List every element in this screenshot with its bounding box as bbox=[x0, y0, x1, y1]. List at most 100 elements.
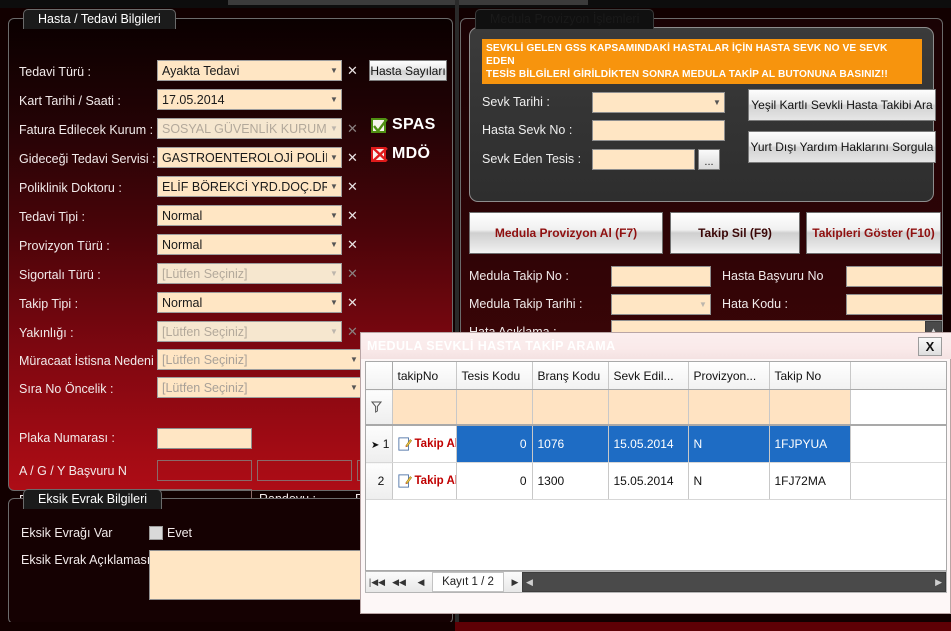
takip-results-grid[interactable]: takipNo Tesis Kodu Branş Kodu Sevk Edil.… bbox=[365, 361, 947, 571]
checkbox-box-icon bbox=[149, 526, 163, 540]
nav-prev-page-button[interactable]: ◀◀ bbox=[388, 572, 410, 592]
chevron-down-icon[interactable]: ▼ bbox=[327, 124, 341, 133]
label-tedavi-türü: Tedavi Türü : bbox=[19, 65, 92, 79]
background-window-titlebar bbox=[228, 0, 588, 5]
plaka-numarasi-input[interactable] bbox=[157, 428, 252, 449]
clear-icon-provizyon-türü[interactable]: ✕ bbox=[346, 234, 359, 255]
takip-al-button[interactable]: Takip Al bbox=[392, 462, 457, 500]
hasta-basvuru-no-input[interactable] bbox=[846, 266, 943, 287]
clear-icon-tedavi-türü[interactable]: ✕ bbox=[346, 60, 359, 81]
table-row[interactable]: 2 Takip Al 0 1300 15.05.2014 N 1FJ72MA bbox=[366, 462, 946, 500]
clear-icon-tedavi-tipi[interactable]: ✕ bbox=[346, 205, 359, 226]
value-müracaat-i-stisna-nedeni: [Lütfen Seçiniz] bbox=[162, 352, 248, 367]
close-icon[interactable]: X bbox=[918, 337, 942, 356]
chevron-down-icon[interactable]: ▼ bbox=[327, 66, 341, 75]
column-header-takip-no[interactable]: Takip No bbox=[769, 362, 851, 390]
chevron-down-icon[interactable]: ▼ bbox=[327, 182, 341, 191]
clear-icon-sigortalı-türü[interactable]: ✕ bbox=[346, 263, 359, 284]
column-header-tesis-kodu[interactable]: Tesis Kodu bbox=[456, 362, 533, 390]
input-sıra-no-öncelik[interactable]: [Lütfen Seçiniz] ▼ bbox=[157, 377, 362, 398]
input-kart-tarihi-saati[interactable]: 17.05.2014 ▼ bbox=[157, 89, 342, 110]
sevk-eden-tesis-input[interactable] bbox=[592, 149, 695, 170]
chevron-down-icon[interactable]: ▼ bbox=[347, 355, 361, 364]
medula-provizyon-al-button[interactable]: Medula Provizyon Al (F7) bbox=[469, 212, 663, 254]
column-header-brans-kodu[interactable]: Branş Kodu bbox=[532, 362, 609, 390]
takip-al-label: Takip Al bbox=[414, 438, 456, 450]
medula-takip-no-input[interactable] bbox=[611, 266, 711, 287]
horizontal-scrollbar[interactable]: ◀ ▶ bbox=[522, 572, 946, 592]
input-sigortalı-türü[interactable]: [Lütfen Seçiniz] ▼ bbox=[157, 263, 342, 284]
cell-tesis-kodu[interactable]: 1076 bbox=[532, 425, 609, 463]
cell-sevk-edilen[interactable]: N bbox=[688, 425, 770, 463]
row-header[interactable]: 2 bbox=[366, 462, 393, 500]
chevron-down-icon[interactable]: ▼ bbox=[327, 327, 341, 336]
takip-al-button[interactable]: Takip Al bbox=[392, 425, 457, 463]
input-provizyon-türü[interactable]: Normal ▼ bbox=[157, 234, 342, 255]
sevk-tarihi-input[interactable]: ▼ bbox=[592, 92, 725, 113]
hasta-sayilari-button[interactable]: Hasta Sayıları bbox=[369, 60, 447, 81]
clear-icon-takip-tipi[interactable]: ✕ bbox=[346, 292, 359, 313]
filter-cell[interactable] bbox=[608, 389, 689, 426]
chevron-down-icon[interactable]: ▼ bbox=[327, 298, 341, 307]
cell-brans-kodu[interactable]: 15.05.2014 bbox=[608, 462, 689, 500]
scroll-right-icon[interactable]: ▶ bbox=[935, 577, 942, 588]
takip-sil-button[interactable]: Takip Sil (F9) bbox=[670, 212, 800, 254]
clear-icon-poliklinik-doktoru[interactable]: ✕ bbox=[346, 176, 359, 197]
sevk-bilgileri-card: SEVKLİ GELEN GSS KAPSAMINDAKİ HASTALAR İ… bbox=[469, 27, 936, 202]
sevk-eden-tesis-browse-button[interactable]: ... bbox=[698, 149, 720, 170]
cell-provizyon[interactable]: 1FJPYUA bbox=[769, 425, 851, 463]
hata-kodu-input[interactable] bbox=[846, 294, 943, 315]
field-row-sigortalı-türü: Sigortalı Türü : bbox=[19, 264, 101, 286]
cell-sevk-edilen[interactable]: N bbox=[688, 462, 770, 500]
input-yakınlığı[interactable]: [Lütfen Seçiniz] ▼ bbox=[157, 321, 342, 342]
cell-takipno[interactable]: 0 bbox=[456, 462, 533, 500]
filter-cell[interactable] bbox=[688, 389, 770, 426]
agy-input-2[interactable] bbox=[257, 460, 352, 481]
table-header-row: takipNo Tesis Kodu Branş Kodu Sevk Edil.… bbox=[366, 362, 946, 390]
yurt-disi-yardim-haklarini-sorgula-button[interactable]: Yurt Dışı Yardım Haklarını Sorgula bbox=[748, 131, 936, 163]
input-fatura-edilecek-kurum[interactable]: SOSYAL GÜVENLİK KURUMU (SGK)▼ bbox=[157, 118, 342, 139]
cell-brans-kodu[interactable]: 15.05.2014 bbox=[608, 425, 689, 463]
column-header-takipno[interactable]: takipNo bbox=[392, 362, 457, 390]
scroll-left-icon[interactable]: ◀ bbox=[526, 577, 533, 588]
hasta-sevk-no-input[interactable] bbox=[592, 120, 725, 141]
chevron-down-icon[interactable]: ▼ bbox=[327, 211, 341, 220]
chevron-down-icon[interactable]: ▼ bbox=[327, 95, 341, 104]
filter-icon[interactable] bbox=[366, 389, 393, 426]
nav-prev-button[interactable]: ◀ bbox=[410, 572, 432, 592]
input-müracaat-i-stisna-nedeni[interactable]: [Lütfen Seçiniz] ▼ bbox=[157, 349, 362, 370]
takipleri-goster-button[interactable]: Takipleri Göster (F10) bbox=[806, 212, 941, 254]
input-takip-tipi[interactable]: Normal ▼ bbox=[157, 292, 342, 313]
medula-takip-tarihi-input[interactable]: ▼ bbox=[611, 294, 711, 315]
value-fatura-edilecek-kurum: SOSYAL GÜVENLİK KURUMU (SGK) bbox=[162, 121, 327, 136]
column-header-provizyon[interactable]: Provizyon... bbox=[688, 362, 770, 390]
clear-icon-yakınlığı[interactable]: ✕ bbox=[346, 321, 359, 342]
filter-cell[interactable] bbox=[532, 389, 609, 426]
nav-first-button[interactable]: |◀◀ bbox=[366, 572, 388, 592]
table-row[interactable]: ➤ 1 Takip Al 0 1076 15.05.2014 N 1FJPYUA bbox=[366, 425, 946, 463]
cell-takipno[interactable]: 0 bbox=[456, 425, 533, 463]
filter-cell[interactable] bbox=[456, 389, 533, 426]
chevron-down-icon[interactable]: ▼ bbox=[347, 383, 361, 392]
clear-icon-fatura-edilecek-kurum[interactable]: ✕ bbox=[346, 118, 359, 139]
filter-cell[interactable] bbox=[392, 389, 457, 426]
input-tedavi-türü[interactable]: Ayakta Tedavi ▼ bbox=[157, 60, 342, 81]
clear-icon-gideceği-tedavi-servisi[interactable]: ✕ bbox=[346, 147, 359, 168]
yesil-kartli-sevkli-hasta-takibi-ara-button[interactable]: Yeşil Kartlı Sevkli Hasta Takibi Ara bbox=[748, 89, 936, 121]
filter-cell[interactable] bbox=[769, 389, 851, 426]
row-header[interactable]: ➤ 1 bbox=[366, 425, 393, 463]
cell-tesis-kodu[interactable]: 1300 bbox=[532, 462, 609, 500]
plaka-numarasi-label: Plaka Numarası : bbox=[19, 431, 115, 445]
input-gideceği-tedavi-servisi[interactable]: GASTROENTEROLOJİ POLİK... ▼ bbox=[157, 147, 342, 168]
chevron-down-icon[interactable]: ▼ bbox=[327, 240, 341, 249]
mdo-flag[interactable]: MDÖ bbox=[371, 145, 430, 163]
chevron-down-icon[interactable]: ▼ bbox=[327, 269, 341, 278]
input-tedavi-tipi[interactable]: Normal ▼ bbox=[157, 205, 342, 226]
agy-input-1[interactable] bbox=[157, 460, 252, 481]
chevron-down-icon[interactable]: ▼ bbox=[327, 153, 341, 162]
cell-provizyon[interactable]: 1FJ72MA bbox=[769, 462, 851, 500]
eksik-evragi-var-checkbox[interactable]: Evet bbox=[149, 526, 192, 540]
column-header-sevk-edilen[interactable]: Sevk Edil... bbox=[608, 362, 689, 390]
input-poliklinik-doktoru[interactable]: ELİF BÖREKCİ YRD.DOÇ.DR. ▼ bbox=[157, 176, 342, 197]
spas-flag[interactable]: SPAS bbox=[371, 116, 436, 134]
